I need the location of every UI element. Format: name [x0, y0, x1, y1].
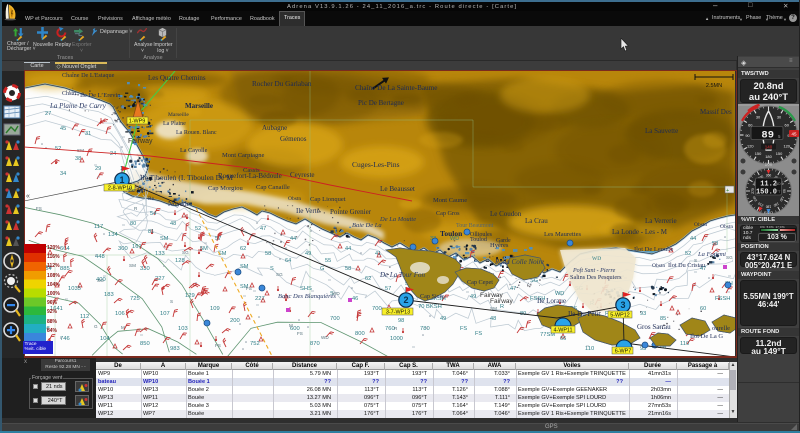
svg-text:ND: ND — [776, 182, 781, 186]
svg-text:90: 90 — [782, 189, 786, 193]
svg-text:360: 360 — [766, 174, 772, 178]
svg-text:140: 140 — [765, 144, 773, 149]
svg-text:150: 150 — [776, 151, 783, 156]
svg-text:SOC: SOC — [764, 210, 773, 215]
svg-text:180: 180 — [765, 154, 772, 159]
svg-text:11.2: 11.2 — [760, 181, 777, 189]
svg-text:150: 150 — [755, 151, 762, 156]
svg-text:89: 89 — [761, 130, 774, 142]
svg-text:150.0: 150.0 — [756, 189, 777, 197]
svg-text:°T: °T — [777, 190, 780, 194]
svg-text:120: 120 — [747, 143, 754, 148]
svg-text:180: 180 — [765, 162, 773, 167]
svg-text:180: 180 — [766, 205, 772, 209]
svg-text:270: 270 — [751, 188, 755, 194]
svg-text:120: 120 — [783, 143, 790, 148]
svg-text:45: 45 — [791, 132, 797, 137]
